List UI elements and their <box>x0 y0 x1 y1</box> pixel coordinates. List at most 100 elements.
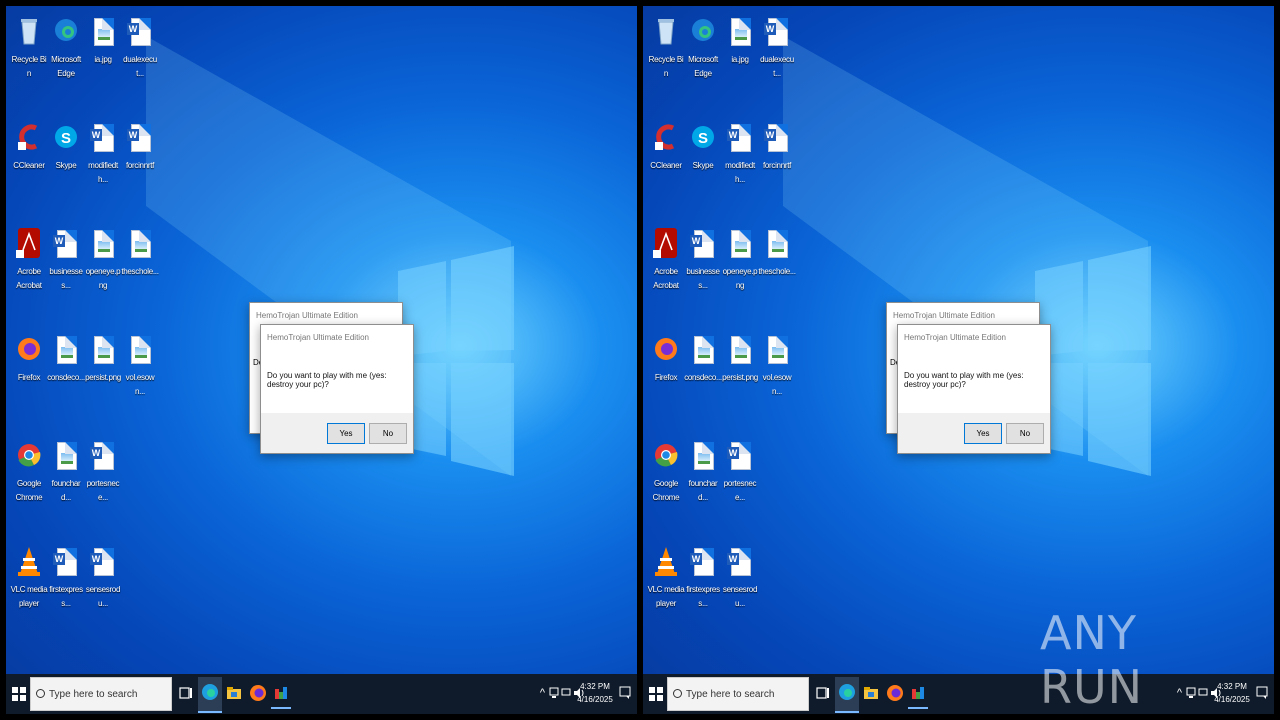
desktop-icon-img-vol[interactable]: vol.esown... <box>758 332 796 399</box>
clock[interactable]: 4:32 PM 4/16/2025 <box>575 680 615 706</box>
desktop-icon-chrome[interactable]: Google Chrome <box>10 438 48 505</box>
desktop-icon-edge[interactable]: Microsoft Edge <box>47 14 85 81</box>
chevron-up-icon[interactable]: ^ <box>540 687 545 699</box>
desktop-icon-doc-firstexpress[interactable]: Wfirstexpress... <box>684 544 722 611</box>
file-explorer-icon[interactable] <box>861 683 881 703</box>
taskbar-search-box[interactable]: Type here to search <box>30 677 172 711</box>
desktop-icon-skype[interactable]: S Skype <box>47 120 85 173</box>
chevron-up-icon[interactable]: ^ <box>1177 687 1182 699</box>
firefox-taskbar-icon[interactable] <box>248 683 268 703</box>
desktop-icon-doc-modifiedth[interactable]: Wmodifiedth... <box>84 120 122 187</box>
desktop-icon-label-line: theschole... <box>758 267 796 276</box>
desktop-icon-doc-modifiedth[interactable]: Wmodifiedth... <box>721 120 759 187</box>
desktop-icon-img-theschole[interactable]: theschole... <box>758 226 796 279</box>
desktop-icon-skype[interactable]: S Skype <box>684 120 722 173</box>
desktop-icon-doc-businesses[interactable]: Wbusinesses... <box>684 226 722 293</box>
desktop-icon-img-theschole[interactable]: theschole... <box>121 226 159 279</box>
word-file-icon: W <box>53 544 79 578</box>
firefox-taskbar-icon[interactable] <box>885 683 905 703</box>
dialog-front: HemoTrojan Ultimate Edition Do you want … <box>260 324 414 454</box>
desktop-icon-chrome[interactable]: Google Chrome <box>647 438 685 505</box>
start-button[interactable] <box>12 687 26 701</box>
firefox-icon <box>16 332 42 366</box>
no-button[interactable]: No <box>1006 423 1044 444</box>
desktop-icon-doc-dualexecut[interactable]: Wdualexecut... <box>121 14 159 81</box>
notifications-icon[interactable] <box>619 686 631 700</box>
network-icon[interactable] <box>1186 687 1196 699</box>
desktop-icon-doc-dualexecut[interactable]: Wdualexecut... <box>758 14 796 81</box>
desktop-icon-label-line: forcinnrtf <box>762 161 792 170</box>
desktop-icon-img-founchard[interactable]: founchard... <box>47 438 85 505</box>
yes-button[interactable]: Yes <box>327 423 365 444</box>
desktop-icon-ccleaner[interactable]: CCleaner <box>10 120 48 173</box>
desktop-icon-label: Firefox <box>10 371 48 385</box>
taskbar-app-active[interactable] <box>271 683 291 709</box>
taskbar-search-box[interactable]: Type here to search <box>667 677 809 711</box>
desktop-icon-label-line: Microsoft <box>688 55 718 64</box>
display-icon[interactable] <box>1198 687 1208 699</box>
desktop-icon-doc-portes[interactable]: Wportesnece... <box>721 438 759 505</box>
desktop-icon-label-line: portesnece... <box>723 479 757 502</box>
taskbar-edge-active[interactable] <box>198 677 222 713</box>
word-file-icon: W <box>90 438 116 472</box>
desktop-icon-doc-senses[interactable]: Wsensesrodu... <box>84 544 122 611</box>
chrome-icon <box>653 438 679 472</box>
desktop-icon-vlc[interactable]: VLC media player <box>647 544 685 611</box>
desktop-icon-img-consdeco[interactable]: consdeco... <box>684 332 722 385</box>
desktop-icon-img-persist[interactable]: persist.png <box>84 332 122 385</box>
desktop-icon-edge[interactable]: Microsoft Edge <box>684 14 722 81</box>
desktop-icon-img-founchard[interactable]: founchard... <box>684 438 722 505</box>
desktop-icon-img-openeye[interactable]: openeye.png <box>84 226 122 293</box>
taskbar-edge-active[interactable] <box>835 677 859 713</box>
clock[interactable]: 4:32 PM 4/16/2025 <box>1212 680 1252 706</box>
word-file-icon: W <box>727 120 753 154</box>
search-placeholder: Type here to search <box>686 689 775 700</box>
no-button[interactable]: No <box>369 423 407 444</box>
file-explorer-icon[interactable] <box>224 683 244 703</box>
desktop-icon-label: Acrobe Acrobat <box>10 265 48 293</box>
desktop-icon-acrobat[interactable]: Acrobe Acrobat <box>647 226 685 293</box>
desktop-icon-doc-businesses[interactable]: Wbusinesses... <box>47 226 85 293</box>
desktop-icon-firefox[interactable]: Firefox <box>10 332 48 385</box>
word-file-icon: W <box>764 120 790 154</box>
desktop-icon-img-persist[interactable]: persist.png <box>721 332 759 385</box>
desktop-icon-ccleaner[interactable]: CCleaner <box>647 120 685 173</box>
taskbar-app-active[interactable] <box>908 683 928 709</box>
edge-icon <box>53 14 79 48</box>
desktop-icon-label-line: Firefox <box>17 373 41 382</box>
desktop-icon-recycle-bin[interactable]: Recycle Bin <box>647 14 685 81</box>
desktop-icon-label: VLC media player <box>10 583 48 611</box>
desktop-icon-doc-portes[interactable]: Wportesnece... <box>84 438 122 505</box>
desktop-icon-doc-forcing[interactable]: Wforcinnrtf <box>121 120 159 173</box>
desktop-icon-firefox[interactable]: Firefox <box>647 332 685 385</box>
image-file-icon <box>53 438 79 472</box>
image-file-icon <box>127 226 153 260</box>
task-view-icon[interactable] <box>813 683 833 703</box>
desktop-icon-img-consdeco[interactable]: consdeco... <box>47 332 85 385</box>
desktop-icon-label: businesses... <box>684 265 722 293</box>
desktop-icon-doc-senses[interactable]: Wsensesrodu... <box>721 544 759 611</box>
desktop-icon-recycle-bin[interactable]: Recycle Bin <box>10 14 48 81</box>
desktop-icon-label: persist.png <box>84 371 122 385</box>
desktop-icon-vlc[interactable]: VLC media player <box>10 544 48 611</box>
desktop-icon-doc-forcing[interactable]: Wforcinnrtf <box>758 120 796 173</box>
yes-button[interactable]: Yes <box>964 423 1002 444</box>
desktop-icon-ia-jpg[interactable]: ia.jpg <box>84 14 122 67</box>
desktop-icon-doc-firstexpress[interactable]: Wfirstexpress... <box>47 544 85 611</box>
desktop-icon-label: forcinnrtf <box>121 159 159 173</box>
desktop-icon-label-line: Google <box>17 479 41 488</box>
task-view-icon[interactable] <box>176 683 196 703</box>
network-icon[interactable] <box>549 687 559 699</box>
colorful-app-icon <box>912 687 924 699</box>
desktop-icon-label-line: consdeco... <box>684 373 722 382</box>
desktop-icon-img-vol[interactable]: vol.esown... <box>121 332 159 399</box>
start-button[interactable] <box>649 687 663 701</box>
desktop-icon-ia-jpg[interactable]: ia.jpg <box>721 14 759 67</box>
desktop-icon-img-openeye[interactable]: openeye.png <box>721 226 759 293</box>
desktop-icon-label: ia.jpg <box>84 53 122 67</box>
display-icon[interactable] <box>561 687 571 699</box>
desktop-icon-acrobat[interactable]: Acrobe Acrobat <box>10 226 48 293</box>
notifications-icon[interactable] <box>1256 686 1268 700</box>
desktop-icon-label-line: Google <box>654 479 678 488</box>
acrobat-icon <box>653 226 679 260</box>
